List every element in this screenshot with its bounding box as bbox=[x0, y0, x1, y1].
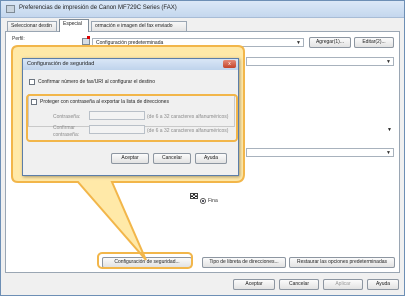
restore-defaults-button[interactable]: Restaurar las opciones predeterminadas bbox=[289, 257, 395, 268]
dialog-help-button[interactable]: Ayuda bbox=[195, 153, 227, 164]
printer-icon bbox=[6, 5, 15, 13]
security-settings-button[interactable]: Configuración de seguridad... bbox=[102, 257, 192, 268]
password-label: Contraseña: bbox=[53, 114, 81, 120]
setting-select-1[interactable]: ▼ bbox=[246, 57, 394, 66]
chevron-down-icon[interactable]: ▼ bbox=[387, 127, 392, 133]
dialog-ok-button[interactable]: Aceptar bbox=[111, 153, 149, 164]
dialog-cancel-button[interactable]: Cancelar bbox=[153, 153, 191, 164]
chevron-down-icon: ▼ bbox=[386, 59, 391, 65]
fine-label: Fina bbox=[208, 198, 218, 204]
edit-profile-button[interactable]: Editar(2)... bbox=[354, 37, 394, 48]
confirm-password-label-line1: Confirmar bbox=[53, 125, 75, 131]
chevron-down-icon: ▼ bbox=[296, 40, 301, 46]
security-settings-dialog: Configuración de seguridad x Confirmar n… bbox=[22, 58, 239, 176]
tab-special[interactable]: Especial bbox=[59, 19, 89, 32]
confirm-password-hint: (de 6 a 32 caracteres alfanuméricos) bbox=[147, 128, 229, 134]
confirm-fax-label: Confirmar número de fax/URI al configura… bbox=[38, 79, 155, 85]
password-field[interactable] bbox=[89, 111, 145, 120]
window-title: Preferencias de impresión de Canon MF729… bbox=[19, 5, 177, 11]
add-profile-button[interactable]: Agregar(1)... bbox=[309, 37, 351, 48]
protect-password-checkbox[interactable] bbox=[31, 99, 37, 105]
profile-icon bbox=[82, 36, 90, 45]
password-hint: (de 6 a 32 caracteres alfanuméricos) bbox=[147, 114, 229, 120]
confirm-fax-checkbox[interactable] bbox=[29, 79, 35, 85]
tab-fax-cover-info[interactable]: ormación e imagen del fax enviado bbox=[91, 21, 187, 31]
confirm-password-field[interactable] bbox=[89, 125, 145, 134]
ok-button[interactable]: Aceptar bbox=[233, 279, 275, 290]
window-titlebar: Preferencias de impresión de Canon MF729… bbox=[1, 1, 404, 18]
footer-button-bar: Aceptar Cancelar Aplicar Ayuda bbox=[1, 273, 404, 295]
address-book-type-button[interactable]: Tipo de libreta de direcciones... bbox=[202, 257, 286, 268]
tab-select-destination[interactable]: Seleccionar destin bbox=[7, 21, 57, 31]
setting-select-2[interactable]: ▼ bbox=[246, 148, 394, 157]
help-button[interactable]: Ayuda bbox=[367, 279, 399, 290]
fine-resolution-icon bbox=[190, 193, 198, 199]
apply-button[interactable]: Aplicar bbox=[323, 279, 363, 290]
confirm-password-label-line2: contraseña: bbox=[53, 132, 80, 138]
dialog-titlebar: Configuración de seguridad x bbox=[23, 59, 238, 70]
cancel-button[interactable]: Cancelar bbox=[279, 279, 319, 290]
profile-select-value: Configuración predeterminada bbox=[96, 40, 164, 46]
close-icon[interactable]: x bbox=[223, 60, 236, 68]
dialog-title: Configuración de seguridad bbox=[27, 61, 95, 67]
fine-radio[interactable] bbox=[200, 198, 206, 204]
protect-password-label: Proteger con contraseña al exportar la l… bbox=[40, 99, 169, 105]
profile-label: Perfil: bbox=[12, 36, 25, 42]
chevron-down-icon: ▼ bbox=[386, 150, 391, 156]
profile-select[interactable]: Configuración predeterminada ▼ bbox=[92, 38, 304, 47]
